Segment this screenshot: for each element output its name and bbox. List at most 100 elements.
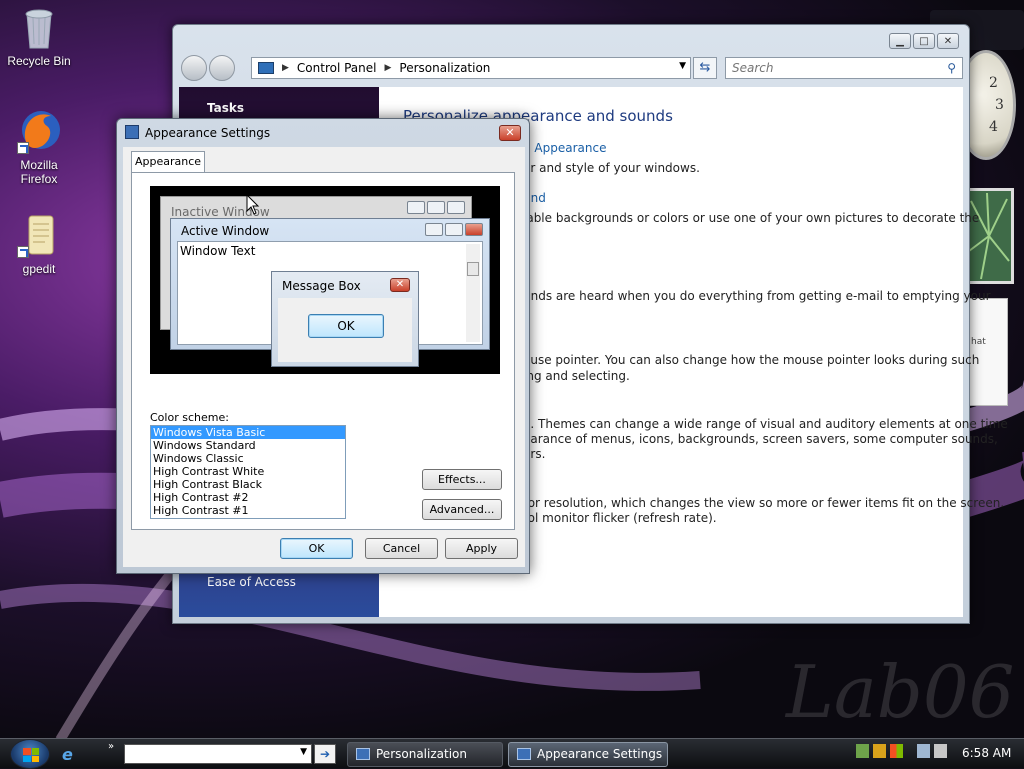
notes-text: hat bbox=[971, 337, 986, 347]
breadcrumb-personalization[interactable]: Personalization bbox=[399, 61, 490, 75]
description-text: e. Themes can change a wide range of vis… bbox=[523, 417, 1008, 431]
breadcrumb-control-panel[interactable]: Control Panel bbox=[297, 61, 377, 75]
color-scheme-item[interactable]: Windows Vista Basic bbox=[151, 426, 345, 439]
taskbar-item-personalization[interactable]: Personalization bbox=[347, 742, 503, 767]
color-scheme-item[interactable]: Windows Standard bbox=[151, 439, 345, 452]
appearance-settings-dialog: Appearance Settings ✕ Appearance Inactiv… bbox=[116, 118, 530, 574]
clock-numeral: 2 bbox=[989, 75, 998, 91]
preview-window-controls bbox=[407, 201, 465, 214]
plant-photo bbox=[968, 192, 1010, 280]
mouse-pointer-icon bbox=[246, 194, 260, 215]
dialog-close-button[interactable]: ✕ bbox=[499, 125, 521, 141]
color-scheme-item[interactable]: High Contrast #2 bbox=[151, 491, 345, 504]
taskbar: e » ▼ ➔ Personalization Appearance Setti… bbox=[0, 738, 1024, 769]
gpedit-label: gpedit bbox=[22, 262, 56, 276]
window-text-sample: Window Text bbox=[180, 244, 256, 258]
taskbar-item-appearance-settings[interactable]: Appearance Settings bbox=[508, 742, 668, 767]
dialog-body: Appearance Inactive Window Active Window bbox=[123, 147, 525, 567]
back-button[interactable] bbox=[181, 55, 207, 81]
minimize-button[interactable]: ▁ bbox=[889, 33, 911, 49]
recycle-bin-label: Recycle Bin bbox=[7, 54, 71, 68]
forward-button[interactable] bbox=[209, 55, 235, 81]
preview-ok-button: OK bbox=[308, 314, 384, 338]
search-icon[interactable]: ⚲ bbox=[947, 61, 956, 75]
color-scheme-list[interactable]: Windows Vista Basic Windows Standard Win… bbox=[150, 425, 346, 519]
effects-button[interactable]: Effects... bbox=[422, 469, 502, 490]
color-scheme-item[interactable]: Windows Classic bbox=[151, 452, 345, 465]
taskbar-clock[interactable]: 6:58 AM bbox=[962, 746, 1011, 760]
address-bar[interactable]: ▶ Control Panel ▶ Personalization ▼ bbox=[251, 57, 691, 79]
slideshow-gadget[interactable] bbox=[964, 188, 1014, 284]
clock-numeral: 4 bbox=[989, 119, 998, 135]
firefox-desktop-icon[interactable]: Mozilla Firefox bbox=[1, 108, 77, 186]
close-button[interactable]: ✕ bbox=[937, 33, 959, 49]
description-text: tor resolution, which changes the view s… bbox=[523, 496, 1005, 510]
minimize-icon bbox=[425, 223, 443, 236]
firefox-label: Mozilla Firefox bbox=[20, 158, 58, 186]
scrollbar-thumb bbox=[467, 262, 479, 276]
start-button[interactable] bbox=[10, 739, 50, 769]
breadcrumb-separator-icon: ▶ bbox=[384, 63, 392, 73]
description-text: er and style of your windows. bbox=[523, 161, 700, 175]
active-window-title: Active Window bbox=[181, 224, 270, 238]
window-color-link[interactable]: d Appearance bbox=[523, 141, 606, 155]
description-text: rol monitor flicker (refresh rate). bbox=[523, 511, 717, 525]
network-connections-icon[interactable] bbox=[917, 744, 930, 758]
windows-logo-icon bbox=[23, 748, 39, 762]
color-scheme-item[interactable]: High Contrast White bbox=[151, 465, 345, 478]
color-scheme-item[interactable]: High Contrast Black bbox=[151, 478, 345, 491]
close-icon bbox=[465, 223, 483, 236]
security-shield-icon[interactable] bbox=[873, 744, 886, 758]
recycle-bin-desktop-icon[interactable]: Recycle Bin bbox=[1, 4, 77, 68]
advanced-button[interactable]: Advanced... bbox=[422, 499, 502, 520]
close-icon: ✕ bbox=[390, 278, 410, 292]
appearance-preview: Inactive Window Active Window Window Tex… bbox=[150, 186, 500, 374]
shortcut-arrow-icon bbox=[17, 246, 29, 258]
taskbar-item-label: Personalization bbox=[376, 747, 467, 761]
tab-appearance[interactable]: Appearance bbox=[131, 151, 205, 173]
description-text: unds are heard when you do everything fr… bbox=[523, 289, 991, 303]
search-input[interactable] bbox=[726, 58, 936, 78]
window-controls: ▁ □ ✕ bbox=[889, 33, 959, 49]
wallpaper-watermark: Lab06 bbox=[786, 650, 1015, 734]
cancel-button[interactable]: Cancel bbox=[365, 538, 438, 559]
maximize-button[interactable]: □ bbox=[913, 33, 935, 49]
close-icon bbox=[447, 201, 465, 214]
breadcrumb-separator-icon: ▶ bbox=[282, 63, 289, 73]
clock-numeral: 3 bbox=[995, 97, 1004, 113]
color-scheme-label: Color scheme: bbox=[150, 411, 229, 424]
address-toolbar-input[interactable]: ▼ bbox=[124, 744, 312, 764]
maximize-icon bbox=[427, 201, 445, 214]
refresh-button[interactable]: ⇆ bbox=[693, 57, 717, 79]
tasks-heading: Tasks bbox=[207, 101, 245, 115]
dialog-title: Appearance Settings bbox=[145, 126, 271, 140]
description-text: ing and selecting. bbox=[523, 369, 630, 383]
control-panel-icon bbox=[356, 748, 370, 760]
search-box[interactable]: ⚲ bbox=[725, 57, 963, 79]
chevron-right-icon[interactable]: » bbox=[108, 741, 114, 752]
preview-active-window: Active Window Window Text Message Box ✕ … bbox=[170, 218, 490, 367]
minimize-icon bbox=[407, 201, 425, 214]
ease-of-access-link[interactable]: Ease of Access bbox=[207, 575, 296, 589]
chevron-down-icon[interactable]: ▼ bbox=[300, 747, 307, 757]
gpedit-desktop-icon[interactable]: gpedit bbox=[1, 212, 77, 276]
scroll-document-icon bbox=[17, 212, 61, 258]
ok-button[interactable]: OK bbox=[280, 538, 353, 559]
color-scheme-item[interactable]: High Contrast #1 bbox=[151, 504, 345, 517]
taskbar-item-label: Appearance Settings bbox=[537, 747, 663, 761]
message-box-body: OK bbox=[278, 298, 412, 362]
volume-icon[interactable] bbox=[934, 744, 947, 758]
message-box-title: Message Box bbox=[282, 279, 361, 293]
internet-explorer-icon[interactable]: e bbox=[62, 745, 80, 764]
notes-gadget[interactable]: hat bbox=[964, 298, 1008, 406]
windows-defender-icon[interactable] bbox=[890, 744, 903, 758]
apply-button[interactable]: Apply bbox=[445, 538, 518, 559]
recycle-bin-icon bbox=[17, 4, 61, 50]
description-text: lable backgrounds or colors or use one o… bbox=[523, 211, 980, 225]
network-tray-icon[interactable] bbox=[856, 744, 869, 758]
go-arrow-icon[interactable]: ➔ bbox=[314, 744, 336, 764]
appearance-tab-panel: Inactive Window Active Window Window Tex… bbox=[131, 172, 515, 530]
display-settings-icon bbox=[125, 125, 139, 139]
chevron-down-icon[interactable]: ▼ bbox=[679, 61, 686, 71]
shortcut-arrow-icon bbox=[17, 142, 29, 154]
